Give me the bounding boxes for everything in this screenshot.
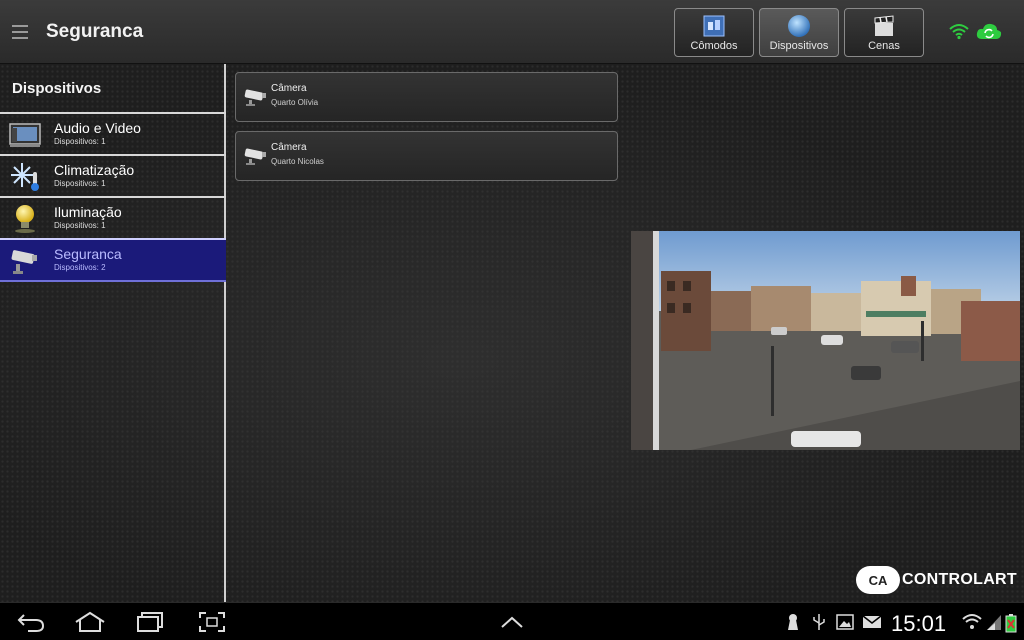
- sidebar-item-count: Dispositivos: 1: [54, 179, 106, 188]
- camera-feed[interactable]: [631, 231, 1020, 450]
- image-icon: [836, 614, 854, 630]
- security-camera-icon: [244, 148, 266, 165]
- battery-icon: [1005, 614, 1017, 633]
- system-navigation-bar: 15:01: [0, 602, 1024, 640]
- snowflake-thermometer-icon: [11, 163, 39, 191]
- sidebar-item-count: Dispositivos: 2: [54, 263, 106, 272]
- sidebar-item-label: Seguranca: [54, 246, 122, 262]
- audio-video-icon: [9, 123, 41, 147]
- device-card-camera-olivia[interactable]: Câmera Quarto Olívia: [235, 72, 618, 122]
- wifi-icon: [949, 24, 969, 40]
- sidebar-item-label: Climatização: [54, 162, 135, 178]
- brand-wordmark: CONTROLART: [902, 571, 1017, 588]
- keyhole-icon: [788, 614, 798, 630]
- cloud-sync-icon: [976, 23, 1002, 39]
- brand-mark: CA: [856, 566, 900, 594]
- light-bulb-icon: [15, 205, 35, 233]
- sidebar-item-audio-video[interactable]: Audio e Video Dispositivos: 1: [0, 112, 226, 154]
- sidebar-item-count: Dispositivos: 1: [54, 221, 106, 230]
- rooms-icon: [703, 15, 725, 37]
- home-icon[interactable]: [74, 611, 106, 633]
- menu-icon[interactable]: [12, 25, 28, 39]
- camera-feed-image: [631, 231, 1020, 450]
- sidebar: Dispositivos Audio e Video Dispositivos:…: [0, 64, 226, 602]
- sidebar-item-label: Iluminação: [54, 204, 122, 220]
- main-content: Dispositivos Audio e Video Dispositivos:…: [0, 64, 1024, 602]
- wifi-signal-icon: [962, 614, 982, 629]
- sidebar-item-iluminacao[interactable]: Iluminação Dispositivos: 1: [0, 196, 226, 238]
- mail-icon: [862, 615, 882, 628]
- security-camera-icon: [11, 250, 37, 274]
- brand-logo: CA CONTROLART: [856, 566, 1017, 594]
- sidebar-header: Dispositivos: [12, 80, 102, 97]
- nav-button-cenas[interactable]: Cenas: [844, 8, 924, 57]
- nav-button-comodos[interactable]: Cômodos: [674, 8, 754, 57]
- nav-button-label: Dispositivos: [769, 40, 829, 52]
- action-bar: Seguranca Cômodos Dispositivos Cenas: [0, 0, 1024, 64]
- nav-button-label: Cenas: [868, 40, 900, 52]
- device-name: Câmera: [271, 142, 307, 153]
- security-camera-icon: [244, 89, 266, 106]
- recent-apps-icon[interactable]: [136, 611, 164, 633]
- chevron-up-icon[interactable]: [500, 615, 524, 629]
- device-card-camera-nicolas[interactable]: Câmera Quarto Nicolas: [235, 131, 618, 181]
- nav-button-dispositivos[interactable]: Dispositivos: [759, 8, 839, 57]
- device-room: Quarto Olívia: [271, 98, 319, 107]
- device-name: Câmera: [271, 83, 307, 94]
- cell-signal-icon: [987, 615, 1001, 630]
- sidebar-item-climatizacao[interactable]: Climatização Dispositivos: 1: [0, 154, 226, 196]
- usb-icon: [813, 614, 825, 630]
- back-icon[interactable]: [16, 611, 46, 633]
- sidebar-item-label: Audio e Video: [54, 120, 141, 136]
- page-title: Seguranca: [46, 21, 144, 42]
- sidebar-item-seguranca[interactable]: Seguranca Dispositivos: 2: [0, 238, 226, 282]
- device-room: Quarto Nicolas: [271, 157, 324, 166]
- sidebar-item-count: Dispositivos: 1: [54, 137, 106, 146]
- globe-icon: [788, 15, 810, 37]
- nav-button-label: Cômodos: [690, 40, 738, 52]
- screenshot-icon[interactable]: [198, 611, 226, 633]
- system-clock: 15:01: [891, 611, 947, 636]
- clapperboard-icon: [874, 15, 894, 36]
